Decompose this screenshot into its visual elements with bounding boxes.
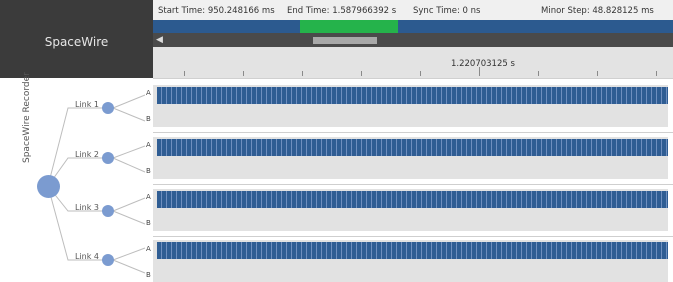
link-4-channel-b: B <box>146 271 151 279</box>
link-1-node[interactable] <box>102 102 114 114</box>
link-4-b-signal[interactable] <box>157 262 668 280</box>
sync-time: Sync Time: 0 ns <box>413 6 481 16</box>
lane-divider <box>153 184 673 185</box>
link-4-label: Link 4 <box>75 252 100 261</box>
link-2-a-signal[interactable] <box>157 139 668 156</box>
link-1-lane[interactable] <box>153 85 668 127</box>
link-2-node[interactable] <box>102 152 114 164</box>
link-1-channel-b: B <box>146 115 151 123</box>
time-scrollbar[interactable]: ◀ <box>153 33 673 47</box>
ruler-tick <box>420 71 421 76</box>
link-2-b-signal[interactable] <box>157 159 668 177</box>
ruler-tick <box>302 71 303 76</box>
ruler-tick-major <box>479 67 480 76</box>
link-3-label: Link 3 <box>75 203 100 212</box>
overview-bar[interactable] <box>153 20 673 33</box>
end-time: End Time: 1.587966392 s <box>287 6 397 16</box>
overview-selection[interactable] <box>300 20 398 33</box>
link-2-channel-b: B <box>146 167 151 175</box>
start-time: Start Time: 950.248166 ms <box>158 6 275 16</box>
app-header: SpaceWire <box>0 0 153 78</box>
link-1-channel-a: A <box>146 89 151 97</box>
ruler-tick <box>538 71 539 76</box>
link-4-channel-a: A <box>146 245 151 253</box>
minor-step: Minor Step: 48.828125 ms <box>541 6 654 16</box>
link-1-b-signal[interactable] <box>157 107 668 125</box>
link-2-channel-a: A <box>146 141 151 149</box>
link-3-b-signal[interactable] <box>157 211 668 229</box>
link-3-a-signal[interactable] <box>157 191 668 208</box>
link-4-lane[interactable] <box>153 240 668 282</box>
time-info-bar: Start Time: 950.248166 ms End Time: 1.58… <box>153 0 673 20</box>
link-1-a-signal[interactable] <box>157 87 668 104</box>
app-title: SpaceWire <box>44 35 109 49</box>
scroll-thumb[interactable] <box>313 37 377 44</box>
ruler-center-label: 1.220703125 s <box>451 59 515 69</box>
link-4-a-signal[interactable] <box>157 242 668 259</box>
link-4-node[interactable] <box>102 254 114 266</box>
link-2-label: Link 2 <box>75 150 100 159</box>
recorder-node[interactable] <box>37 175 60 198</box>
ruler-tick <box>243 71 244 76</box>
ruler-tick <box>656 71 657 76</box>
time-ruler[interactable]: 1.220703125 s <box>153 47 673 79</box>
lane-divider <box>153 132 673 133</box>
lane-divider <box>153 236 673 237</box>
link-2-lane[interactable] <box>153 137 668 179</box>
link-3-channel-b: B <box>146 219 151 227</box>
link-3-node[interactable] <box>102 205 114 217</box>
link-1-label: Link 1 <box>75 100 100 109</box>
link-3-lane[interactable] <box>153 189 668 231</box>
triangle-left-icon[interactable]: ◀ <box>156 35 166 45</box>
ruler-tick <box>597 71 598 76</box>
link-3-channel-a: A <box>146 193 151 201</box>
recorder-label: SpaceWire Recorder <box>22 72 32 163</box>
ruler-tick <box>361 71 362 76</box>
ruler-tick <box>184 71 185 76</box>
